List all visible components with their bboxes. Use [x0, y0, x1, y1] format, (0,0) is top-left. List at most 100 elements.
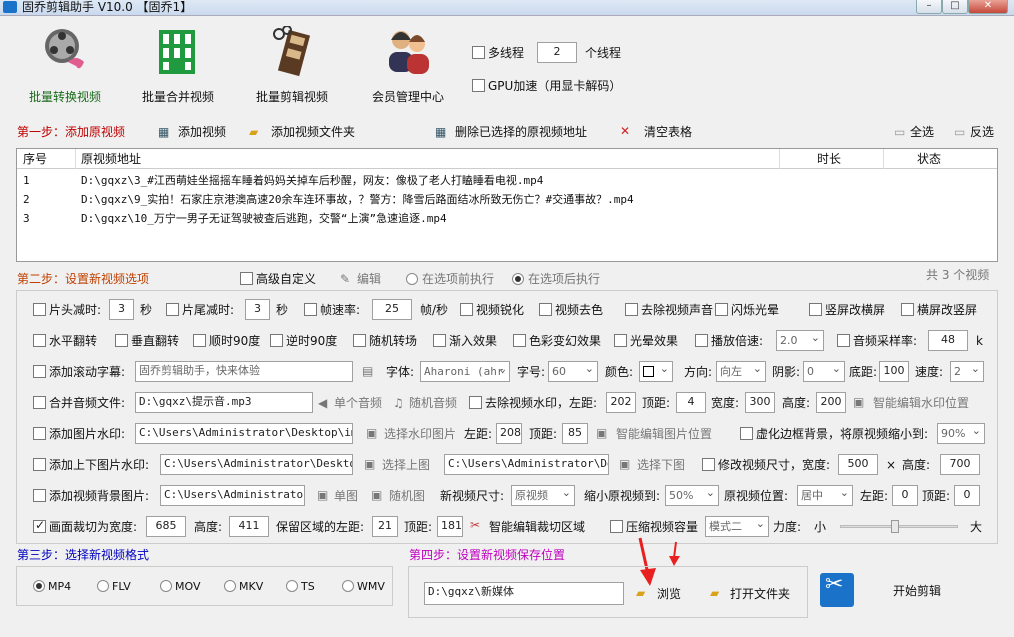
bg-img-checkbox[interactable] [33, 489, 46, 502]
bg-top-input[interactable]: 0 [954, 485, 980, 506]
remove-watermark-checkbox[interactable] [469, 396, 482, 409]
format-mov-radio[interactable] [160, 580, 172, 592]
smart-watermark-button[interactable]: 智能编辑水印位置 [873, 396, 969, 410]
single-img-button[interactable]: 单图 [334, 489, 358, 503]
fps-input[interactable]: 25 [372, 299, 412, 320]
scroll-caption-checkbox[interactable] [33, 365, 46, 378]
caption-text-input[interactable]: 固乔剪辑助手，快来体验 [135, 361, 353, 382]
random-audio-button[interactable]: 随机音频 [409, 396, 457, 410]
compress-checkbox[interactable] [610, 520, 623, 533]
member-center-button[interactable]: 会员管理中心 [360, 26, 456, 106]
sample-rate-checkbox[interactable] [837, 334, 850, 347]
choose-img-button[interactable]: 选择水印图片 [384, 427, 456, 441]
direction-select[interactable]: 向左 [716, 361, 766, 382]
table-row[interactable]: 3 D:\gqxz\10_万宁一男子无证驾驶被查后逃跑，交警“上演”急速追逐.m… [17, 212, 997, 230]
before-radio[interactable] [406, 273, 418, 285]
table-row[interactable]: 2 D:\gqxz\9_实拍！石家庄京港澳高速20余车连环事故，？警方：降雪后路… [17, 193, 997, 211]
tail-cut-checkbox[interactable] [166, 303, 179, 316]
sharpen-checkbox[interactable] [460, 303, 473, 316]
glow-checkbox[interactable] [614, 334, 627, 347]
random-transition-checkbox[interactable] [353, 334, 366, 347]
tail-cut-input[interactable]: 3 [245, 299, 270, 320]
video-table[interactable]: 序号 原视频地址 时长 状态 1 D:\gqxz\3_#江西萌娃坐摇摇车睡着妈妈… [16, 148, 998, 262]
fade-in-checkbox[interactable] [433, 334, 446, 347]
caption-settings-icon[interactable]: ▤ [362, 364, 373, 378]
fps-checkbox[interactable] [304, 303, 317, 316]
hflip-checkbox[interactable] [33, 334, 46, 347]
browse-button[interactable]: 浏览 [657, 587, 681, 601]
smart-crop-button[interactable]: 智能编辑裁切区域 [489, 520, 585, 534]
bottom-input[interactable]: 100 [879, 361, 909, 382]
img-path-input[interactable]: C:\Users\Administrator\Desktop\img-q [135, 423, 353, 444]
bg-path-input[interactable]: C:\Users\Administrator\D [160, 485, 305, 506]
resize-checkbox[interactable] [702, 458, 715, 471]
head-cut-input[interactable]: 3 [109, 299, 134, 320]
minimize-button[interactable]: – [916, 0, 942, 14]
new-size-select[interactable]: 原视频 [511, 485, 575, 506]
format-wmv-radio[interactable] [342, 580, 354, 592]
shrink-select[interactable]: 50% [665, 485, 719, 506]
flash-checkbox[interactable] [715, 303, 728, 316]
resize-width-input[interactable]: 500 [838, 454, 878, 475]
img-watermark-checkbox[interactable] [33, 427, 46, 440]
bg-left-input[interactable]: 0 [892, 485, 918, 506]
resize-height-input[interactable]: 700 [940, 454, 980, 475]
start-edit-button[interactable]: 开始剪辑 [893, 584, 941, 598]
cw90-checkbox[interactable] [193, 334, 206, 347]
strength-slider[interactable] [840, 520, 958, 533]
select-all-button[interactable]: 全选 [910, 125, 934, 139]
edit-button[interactable]: 编辑 [357, 272, 381, 286]
add-video-button[interactable]: 添加视频 [178, 125, 226, 139]
choose-top-button[interactable]: 选择上图 [382, 458, 430, 472]
table-row[interactable]: 1 D:\gqxz\3_#江西萌娃坐摇摇车睡着妈妈关掉车后秒醒，网友：像极了老人… [17, 174, 997, 192]
position-select[interactable]: 居中 [797, 485, 853, 506]
batch-edit-button[interactable]: 批量剪辑视频 [244, 26, 340, 106]
random-img-button[interactable]: 随机图 [389, 489, 425, 503]
batch-convert-button[interactable]: 批量转换视频 [17, 26, 113, 106]
img-top-input[interactable]: 85 [562, 423, 588, 444]
watermark-width-input[interactable]: 300 [745, 392, 775, 413]
crop-height-input[interactable]: 411 [229, 516, 269, 537]
open-folder-button[interactable]: 打开文件夹 [730, 587, 790, 601]
vflip-checkbox[interactable] [115, 334, 128, 347]
h2v-checkbox[interactable] [901, 303, 914, 316]
smart-img-button[interactable]: 智能编辑图片位置 [616, 427, 712, 441]
v2h-checkbox[interactable] [809, 303, 822, 316]
format-mp4-radio[interactable] [33, 580, 45, 592]
crop-width-input[interactable]: 685 [146, 516, 186, 537]
merge-audio-checkbox[interactable] [33, 396, 46, 409]
after-radio[interactable] [512, 273, 524, 285]
advanced-checkbox[interactable] [240, 272, 253, 285]
shadow-select[interactable]: 0 [803, 361, 845, 382]
close-button[interactable]: ✕ [968, 0, 1008, 14]
watermark-top-input[interactable]: 4 [676, 392, 706, 413]
batch-merge-button[interactable]: 批量合并视频 [130, 26, 226, 106]
bottom-img-path-input[interactable]: C:\Users\Administrator\Desk [444, 454, 609, 475]
decolor-checkbox[interactable] [539, 303, 552, 316]
maximize-button[interactable]: □ [942, 0, 968, 14]
add-folder-button[interactable]: 添加视频文件夹 [271, 125, 355, 139]
img-left-input[interactable]: 208 [496, 423, 522, 444]
blur-border-checkbox[interactable] [740, 427, 753, 440]
format-flv-radio[interactable] [97, 580, 109, 592]
invert-selection-button[interactable]: 反选 [970, 125, 994, 139]
choose-bottom-button[interactable]: 选择下图 [637, 458, 685, 472]
thread-count-input[interactable]: 2 [537, 42, 577, 63]
crop-checkbox[interactable] [33, 518, 46, 533]
watermark-height-input[interactable]: 200 [816, 392, 846, 413]
format-mkv-radio[interactable] [224, 580, 236, 592]
single-audio-button[interactable]: 单个音频 [334, 396, 382, 410]
sample-rate-input[interactable]: 48 [928, 330, 968, 351]
compress-mode-select[interactable]: 模式二 [705, 516, 769, 537]
clear-table-button[interactable]: 清空表格 [644, 125, 692, 139]
head-cut-checkbox[interactable] [33, 303, 46, 316]
mute-checkbox[interactable] [625, 303, 638, 316]
top-bottom-img-checkbox[interactable] [33, 458, 46, 471]
blur-shrink-select[interactable]: 90% [937, 423, 985, 444]
keep-top-input[interactable]: 181 [437, 516, 463, 537]
speed-checkbox[interactable] [695, 334, 708, 347]
audio-path-input[interactable]: D:\gqxz\提示音.mp3 [135, 392, 313, 413]
format-ts-radio[interactable] [286, 580, 298, 592]
speed-select[interactable]: 2.0 [776, 330, 824, 351]
save-path-input[interactable]: D:\gqxz\新媒体 [424, 582, 624, 605]
